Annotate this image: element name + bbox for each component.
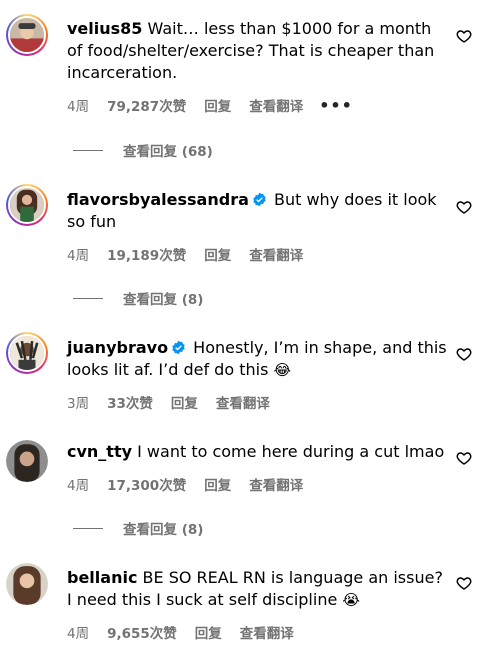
view-replies-label: 查看回复 (68)	[123, 144, 213, 160]
comment-body: velius85 Wait… less than $1000 for a mon…	[67, 18, 447, 84]
view-replies-label: 查看回复 (8)	[123, 292, 204, 308]
comment-body: flavorsbyalessandra But why does it look…	[67, 189, 447, 233]
comment-meta: 4周 9,655次赞 回复 查看翻译	[67, 622, 310, 642]
comment-body: bellanic BE SO REAL RN is language an is…	[67, 567, 447, 611]
comment-body: juanybravo Honestly, I’m in shape, and t…	[67, 337, 447, 381]
comment-meta: 4周 19,189次赞 回复 查看翻译	[67, 244, 319, 264]
crying-emoji-icon: 😭	[342, 591, 360, 609]
verified-badge-icon	[253, 192, 266, 207]
translate-button[interactable]: 查看翻译	[249, 95, 303, 115]
reply-button[interactable]: 回复	[204, 244, 231, 264]
view-replies-button[interactable]: 查看回复 (8)	[73, 518, 203, 538]
heart-icon[interactable]	[456, 28, 472, 44]
avatar[interactable]	[6, 332, 48, 374]
comment-time: 4周	[67, 478, 90, 494]
comment-username[interactable]: juanybravo	[67, 338, 168, 357]
heart-icon[interactable]	[456, 575, 472, 591]
more-options-icon[interactable]: •••	[319, 96, 353, 115]
divider-line	[73, 297, 103, 299]
comment-username[interactable]: velius85	[67, 19, 142, 38]
comment-username[interactable]: bellanic	[67, 568, 137, 587]
view-replies-button[interactable]: 查看回复 (68)	[73, 140, 213, 160]
avatar[interactable]	[6, 14, 48, 56]
comment-likes[interactable]: 19,189次赞	[107, 244, 186, 264]
translate-button[interactable]: 查看翻译	[216, 392, 270, 412]
view-replies-label: 查看回复 (8)	[123, 522, 204, 538]
comment-meta: 4周 17,300次赞 回复 查看翻译	[67, 474, 319, 494]
avatar[interactable]	[6, 440, 48, 482]
comment-time: 4周	[67, 248, 90, 264]
comment-likes[interactable]: 33次赞	[107, 392, 153, 412]
comment-meta: 3周 33次赞 回复 查看翻译	[67, 392, 286, 412]
comment-time: 3周	[67, 396, 90, 412]
comment-body: cvn_tty I want to come here during a cut…	[67, 441, 447, 463]
translate-button[interactable]: 查看翻译	[249, 244, 303, 264]
heart-icon[interactable]	[456, 346, 472, 362]
comment-time: 4周	[67, 99, 90, 115]
verified-badge-icon	[172, 340, 185, 355]
reply-button[interactable]: 回复	[204, 95, 231, 115]
comment-meta: 4周 79,287次赞 回复 查看翻译 •••	[67, 95, 353, 116]
reply-button[interactable]: 回复	[171, 392, 198, 412]
divider-line	[73, 149, 103, 151]
comment-username[interactable]: flavorsbyalessandra	[67, 190, 249, 209]
translate-button[interactable]: 查看翻译	[249, 474, 303, 494]
comment-time: 4周	[67, 626, 90, 642]
heart-icon[interactable]	[456, 450, 472, 466]
comment-likes[interactable]: 17,300次赞	[107, 474, 186, 494]
comment-likes[interactable]: 79,287次赞	[107, 95, 186, 115]
reply-button[interactable]: 回复	[204, 474, 231, 494]
avatar[interactable]	[6, 184, 48, 226]
heart-icon[interactable]	[456, 199, 472, 215]
laughing-emoji-icon: 😂	[273, 361, 292, 379]
view-replies-button[interactable]: 查看回复 (8)	[73, 288, 203, 308]
translate-button[interactable]: 查看翻译	[240, 622, 294, 642]
avatar[interactable]	[6, 563, 48, 605]
reply-button[interactable]: 回复	[195, 622, 222, 642]
comment-text: I want to come here during a cut lmao	[137, 442, 445, 461]
comment-username[interactable]: cvn_tty	[67, 442, 132, 461]
divider-line	[73, 527, 103, 529]
comment-likes[interactable]: 9,655次赞	[107, 622, 177, 642]
